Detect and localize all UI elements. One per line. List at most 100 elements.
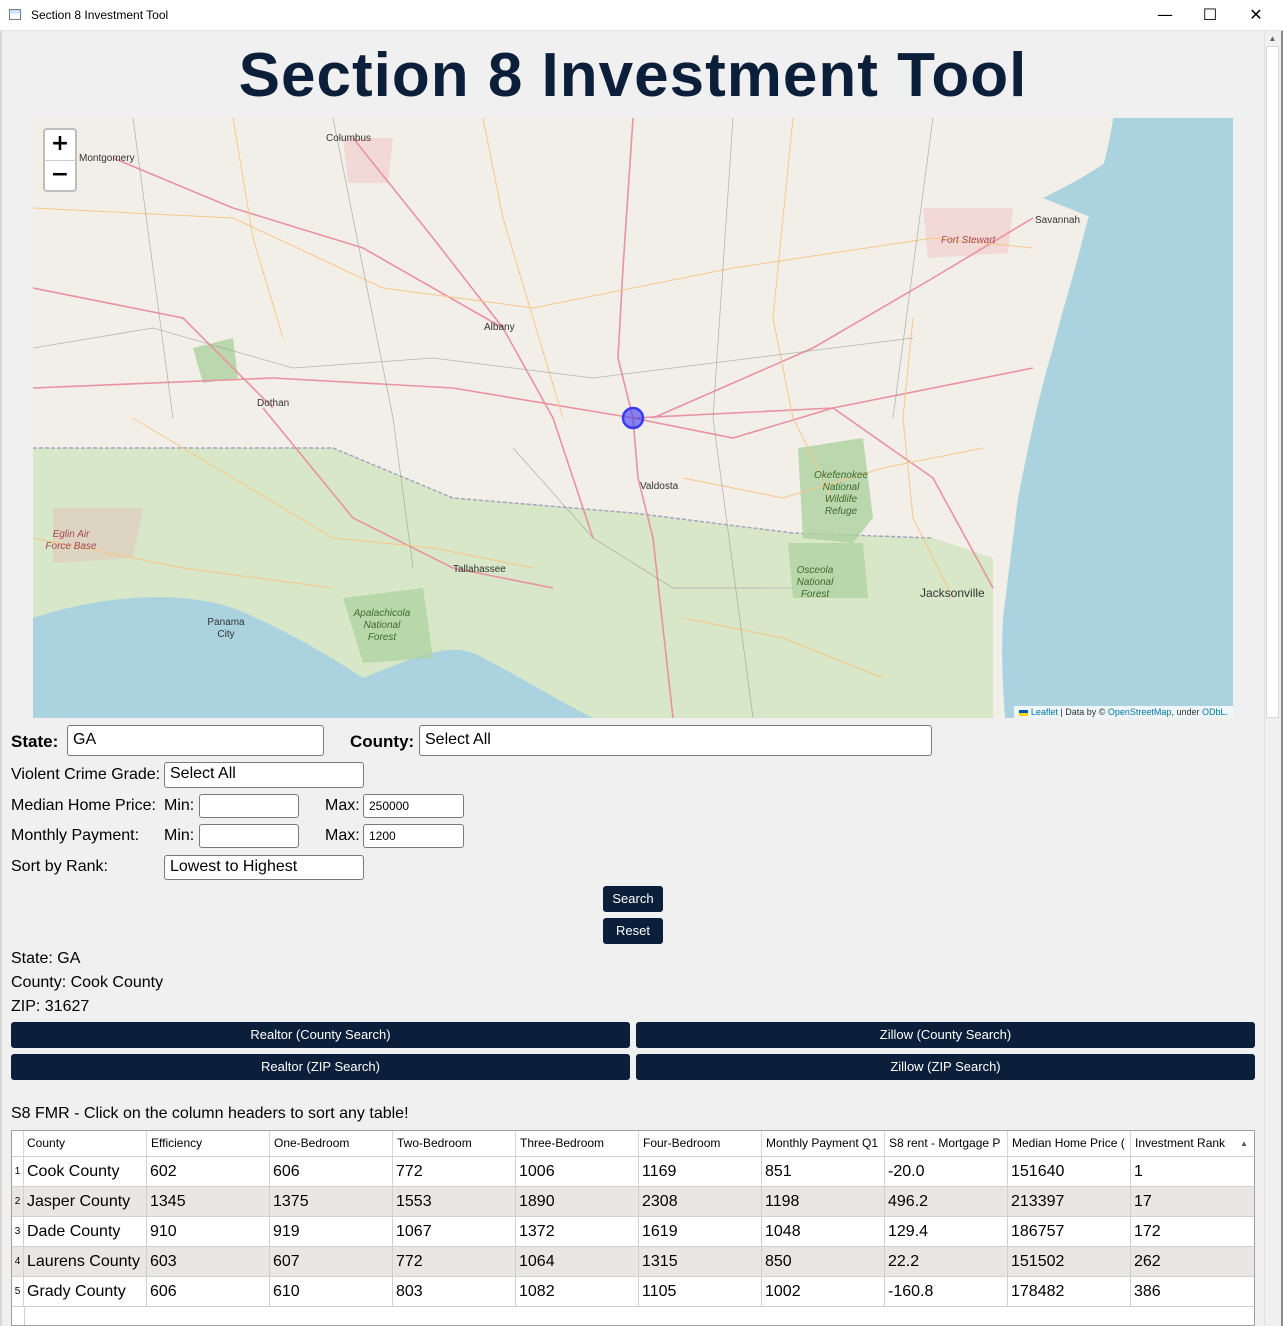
table-caption: S8 FMR - Click on the column headers to … [11,1105,409,1122]
attribution-data-by: | Data by © [1060,707,1106,717]
cell-county: Jasper County [24,1187,147,1217]
payment-max-label: Max: [325,827,360,844]
header-county[interactable]: County [24,1131,147,1156]
zillow-county-button[interactable]: Zillow (County Search) [636,1022,1255,1048]
ukraine-flag-icon [1018,709,1028,716]
header-four-bedroom[interactable]: Four-Bedroom [639,1131,762,1156]
zoom-control: + − [43,128,77,192]
cell-s8-rent-mortgage: 22.2 [885,1247,1008,1277]
window-title: Section 8 Investment Tool [31,8,169,22]
map-label-panama-city-2: City [217,629,234,640]
cell-median-home-price: 186757 [1008,1217,1131,1247]
cell-two-bedroom: 772 [393,1247,516,1277]
zoom-out-button[interactable]: − [45,160,75,190]
map[interactable]: Montgomery Columbus Savannah Fort Stewar… [33,118,1233,718]
cell-three-bedroom: 1890 [516,1187,639,1217]
scroll-up-icon[interactable]: ▲ [1266,33,1279,45]
payment-min-label: Min: [164,827,195,844]
cell-median-home-price: 151640 [1008,1157,1131,1187]
map-label-jacksonville: Jacksonville [920,586,985,600]
county-label: County: [350,732,415,751]
header-monthly-payment[interactable]: Monthly Payment Q1 [762,1131,885,1156]
cell-county: Grady County [24,1277,147,1307]
row-number: 4 [12,1247,24,1277]
zillow-zip-button[interactable]: Zillow (ZIP Search) [636,1054,1255,1080]
location-marker[interactable] [621,406,645,430]
cell-monthly-payment: 1048 [762,1217,885,1247]
header-investment-rank[interactable]: Investment Rank ▲ [1131,1131,1254,1156]
header-efficiency[interactable]: Efficiency [147,1131,270,1156]
app-icon [9,9,21,20]
sort-rank-dropdown[interactable]: Lowest to Highest [164,855,364,880]
price-min-input[interactable] [199,794,299,818]
payment-max-input[interactable]: 1200 [363,824,464,848]
cell-median-home-price: 213397 [1008,1187,1131,1217]
header-median-home-price[interactable]: Median Home Price ( [1008,1131,1131,1156]
realtor-zip-button[interactable]: Realtor (ZIP Search) [11,1054,630,1080]
cell-two-bedroom: 803 [393,1277,516,1307]
map-label-savannah: Savannah [1035,215,1080,226]
realtor-county-button[interactable]: Realtor (County Search) [11,1022,630,1048]
cell-s8-rent-mortgage: 496.2 [885,1187,1008,1217]
map-tiles: Montgomery Columbus Savannah Fort Stewar… [33,118,1233,718]
openstreetmap-link[interactable]: OpenStreetMap [1108,707,1172,717]
state-dropdown[interactable]: GA [67,725,324,756]
minimize-button[interactable]: — [1142,0,1188,31]
fmr-table: County Efficiency One-Bedroom Two-Bedroo… [11,1130,1255,1326]
map-label-okefenokee-3: Wildlife [825,494,858,505]
cell-efficiency: 606 [147,1277,270,1307]
table-row[interactable]: 4 Laurens County 603 607 772 1064 1315 850 22.2 1… [12,1247,1254,1277]
row-number: 5 [12,1277,24,1307]
cell-one-bedroom: 610 [270,1277,393,1307]
price-min-label: Min: [164,797,195,814]
table-header: County Efficiency One-Bedroom Two-Bedroo… [12,1131,1254,1157]
map-label-apalachicola-2: National [364,620,401,631]
map-label-valdosta: Valdosta [640,481,679,492]
header-s8-rent-mortgage[interactable]: S8 rent - Mortgage P [885,1131,1008,1156]
cell-monthly-payment: 851 [762,1157,885,1187]
row-number: 1 [12,1157,24,1187]
cell-s8-rent-mortgage: -160.8 [885,1277,1008,1307]
zoom-in-button[interactable]: + [45,130,75,160]
cell-efficiency: 603 [147,1247,270,1277]
sort-ascending-icon: ▲ [1240,1139,1248,1148]
table-row[interactable]: 5 Grady County 606 610 803 1082 1105 1002 -160.8… [12,1277,1254,1307]
cell-county: Laurens County [24,1247,147,1277]
close-button[interactable]: ✕ [1233,0,1279,31]
price-max-input[interactable]: 250000 [363,794,464,818]
map-label-panama-city-1: Panama [207,617,245,628]
state-label: State: [11,732,59,751]
header-two-bedroom[interactable]: Two-Bedroom [393,1131,516,1156]
map-label-columbus: Columbus [326,133,371,144]
monthly-payment-label: Monthly Payment: [11,827,140,844]
cell-monthly-payment: 1002 [762,1277,885,1307]
cell-three-bedroom: 1082 [516,1277,639,1307]
cell-county: Cook County [24,1157,147,1187]
odbl-link[interactable]: ODbL. [1202,707,1228,717]
reset-button[interactable]: Reset [603,918,663,944]
crime-grade-dropdown[interactable]: Select All [164,762,364,788]
maximize-button[interactable]: ☐ [1187,0,1233,31]
window-titlebar: Section 8 Investment Tool — ☐ ✕ [0,0,1283,31]
map-label-okefenokee-2: National [823,482,860,493]
payment-min-input[interactable] [199,824,299,848]
table-row[interactable]: 2 Jasper County 1345 1375 1553 1890 2308 1198 49… [12,1187,1254,1217]
header-three-bedroom[interactable]: Three-Bedroom [516,1131,639,1156]
header-one-bedroom[interactable]: One-Bedroom [270,1131,393,1156]
median-price-label: Median Home Price: [11,797,156,814]
cell-two-bedroom: 772 [393,1157,516,1187]
cell-four-bedroom: 2308 [639,1187,762,1217]
table-row[interactable]: 1 Cook County 602 606 772 1006 1169 851 -20.0 151… [12,1157,1254,1187]
leaflet-link[interactable]: Leaflet [1031,707,1058,717]
map-label-montgomery: Montgomery [79,153,135,164]
map-label-osceola-2: National [797,577,834,588]
cell-four-bedroom: 1619 [639,1217,762,1247]
county-dropdown[interactable]: Select All [419,725,932,756]
scrollbar-thumb[interactable] [1266,46,1279,718]
search-button[interactable]: Search [603,886,663,912]
cell-three-bedroom: 1372 [516,1217,639,1247]
cell-efficiency: 602 [147,1157,270,1187]
selected-zip: ZIP: 31627 [11,998,90,1015]
table-row[interactable]: 3 Dade County 910 919 1067 1372 1619 1048 129.4 1… [12,1217,1254,1247]
cell-four-bedroom: 1315 [639,1247,762,1277]
